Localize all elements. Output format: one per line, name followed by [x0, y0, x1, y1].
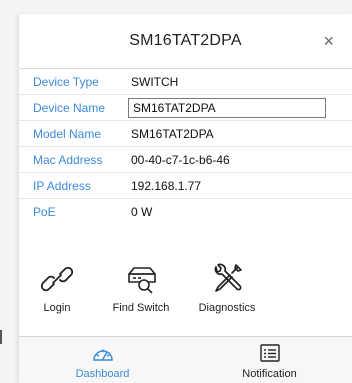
left-edge-marker: [0, 330, 2, 344]
find-switch-label: Find Switch: [112, 302, 170, 314]
device-actions: Login Find Switch Diagnostics: [19, 262, 352, 332]
model-name-label: Model Name: [33, 126, 102, 141]
detail-row-model-name: Model Name SM16TAT2DPA: [19, 121, 352, 147]
panel-header: SM16TAT2DPA ×: [19, 14, 352, 69]
poe-label: PoE: [33, 205, 56, 219]
ip-address-label: IP Address: [33, 178, 91, 193]
detail-row-mac-address: Mac Address 00-40-c7-1c-b6-46: [19, 147, 352, 173]
detail-row-device-type: Device Type SWITCH: [19, 69, 352, 95]
mac-address-value: 00-40-c7-1c-b6-46: [131, 152, 230, 167]
find-switch-button[interactable]: Find Switch: [105, 262, 177, 314]
tools-icon: [214, 263, 242, 292]
device-details-table: Device Type SWITCH Device Name Model Nam…: [19, 69, 352, 225]
device-type-value: SWITCH: [131, 74, 179, 89]
model-name-value: SM16TAT2DPA: [131, 126, 214, 141]
list-icon: [259, 344, 280, 362]
login-button[interactable]: Login: [37, 262, 77, 314]
link-icon: [40, 266, 74, 292]
detail-row-device-name: Device Name: [19, 95, 352, 121]
bottom-tab-bar: Dashboard Notification: [19, 336, 352, 383]
login-label: Login: [43, 302, 71, 314]
poe-value: 0 W: [131, 205, 153, 219]
find-switch-icon: [128, 267, 156, 294]
close-icon[interactable]: ×: [323, 31, 334, 51]
dashboard-label: Dashboard: [75, 368, 130, 380]
detail-row-poe: PoE 0 W: [19, 199, 352, 225]
tab-dashboard[interactable]: Dashboard: [19, 337, 186, 383]
device-detail-panel: SM16TAT2DPA × Device Type SWITCH Device …: [18, 14, 352, 383]
diagnostics-button[interactable]: Diagnostics: [194, 262, 260, 314]
mac-address-label: Mac Address: [33, 152, 103, 167]
ip-address-value: 192.168.1.77: [131, 178, 202, 193]
notification-label: Notification: [242, 368, 297, 380]
device-name-label: Device Name: [33, 100, 106, 115]
tab-notification[interactable]: Notification: [186, 337, 352, 383]
diagnostics-label: Diagnostics: [198, 302, 256, 314]
gauge-icon: [92, 349, 113, 361]
device-name-input[interactable]: [128, 97, 326, 118]
detail-row-ip-address: IP Address 192.168.1.77: [19, 173, 352, 199]
panel-title: SM16TAT2DPA: [129, 32, 242, 49]
device-type-label: Device Type: [33, 74, 99, 89]
